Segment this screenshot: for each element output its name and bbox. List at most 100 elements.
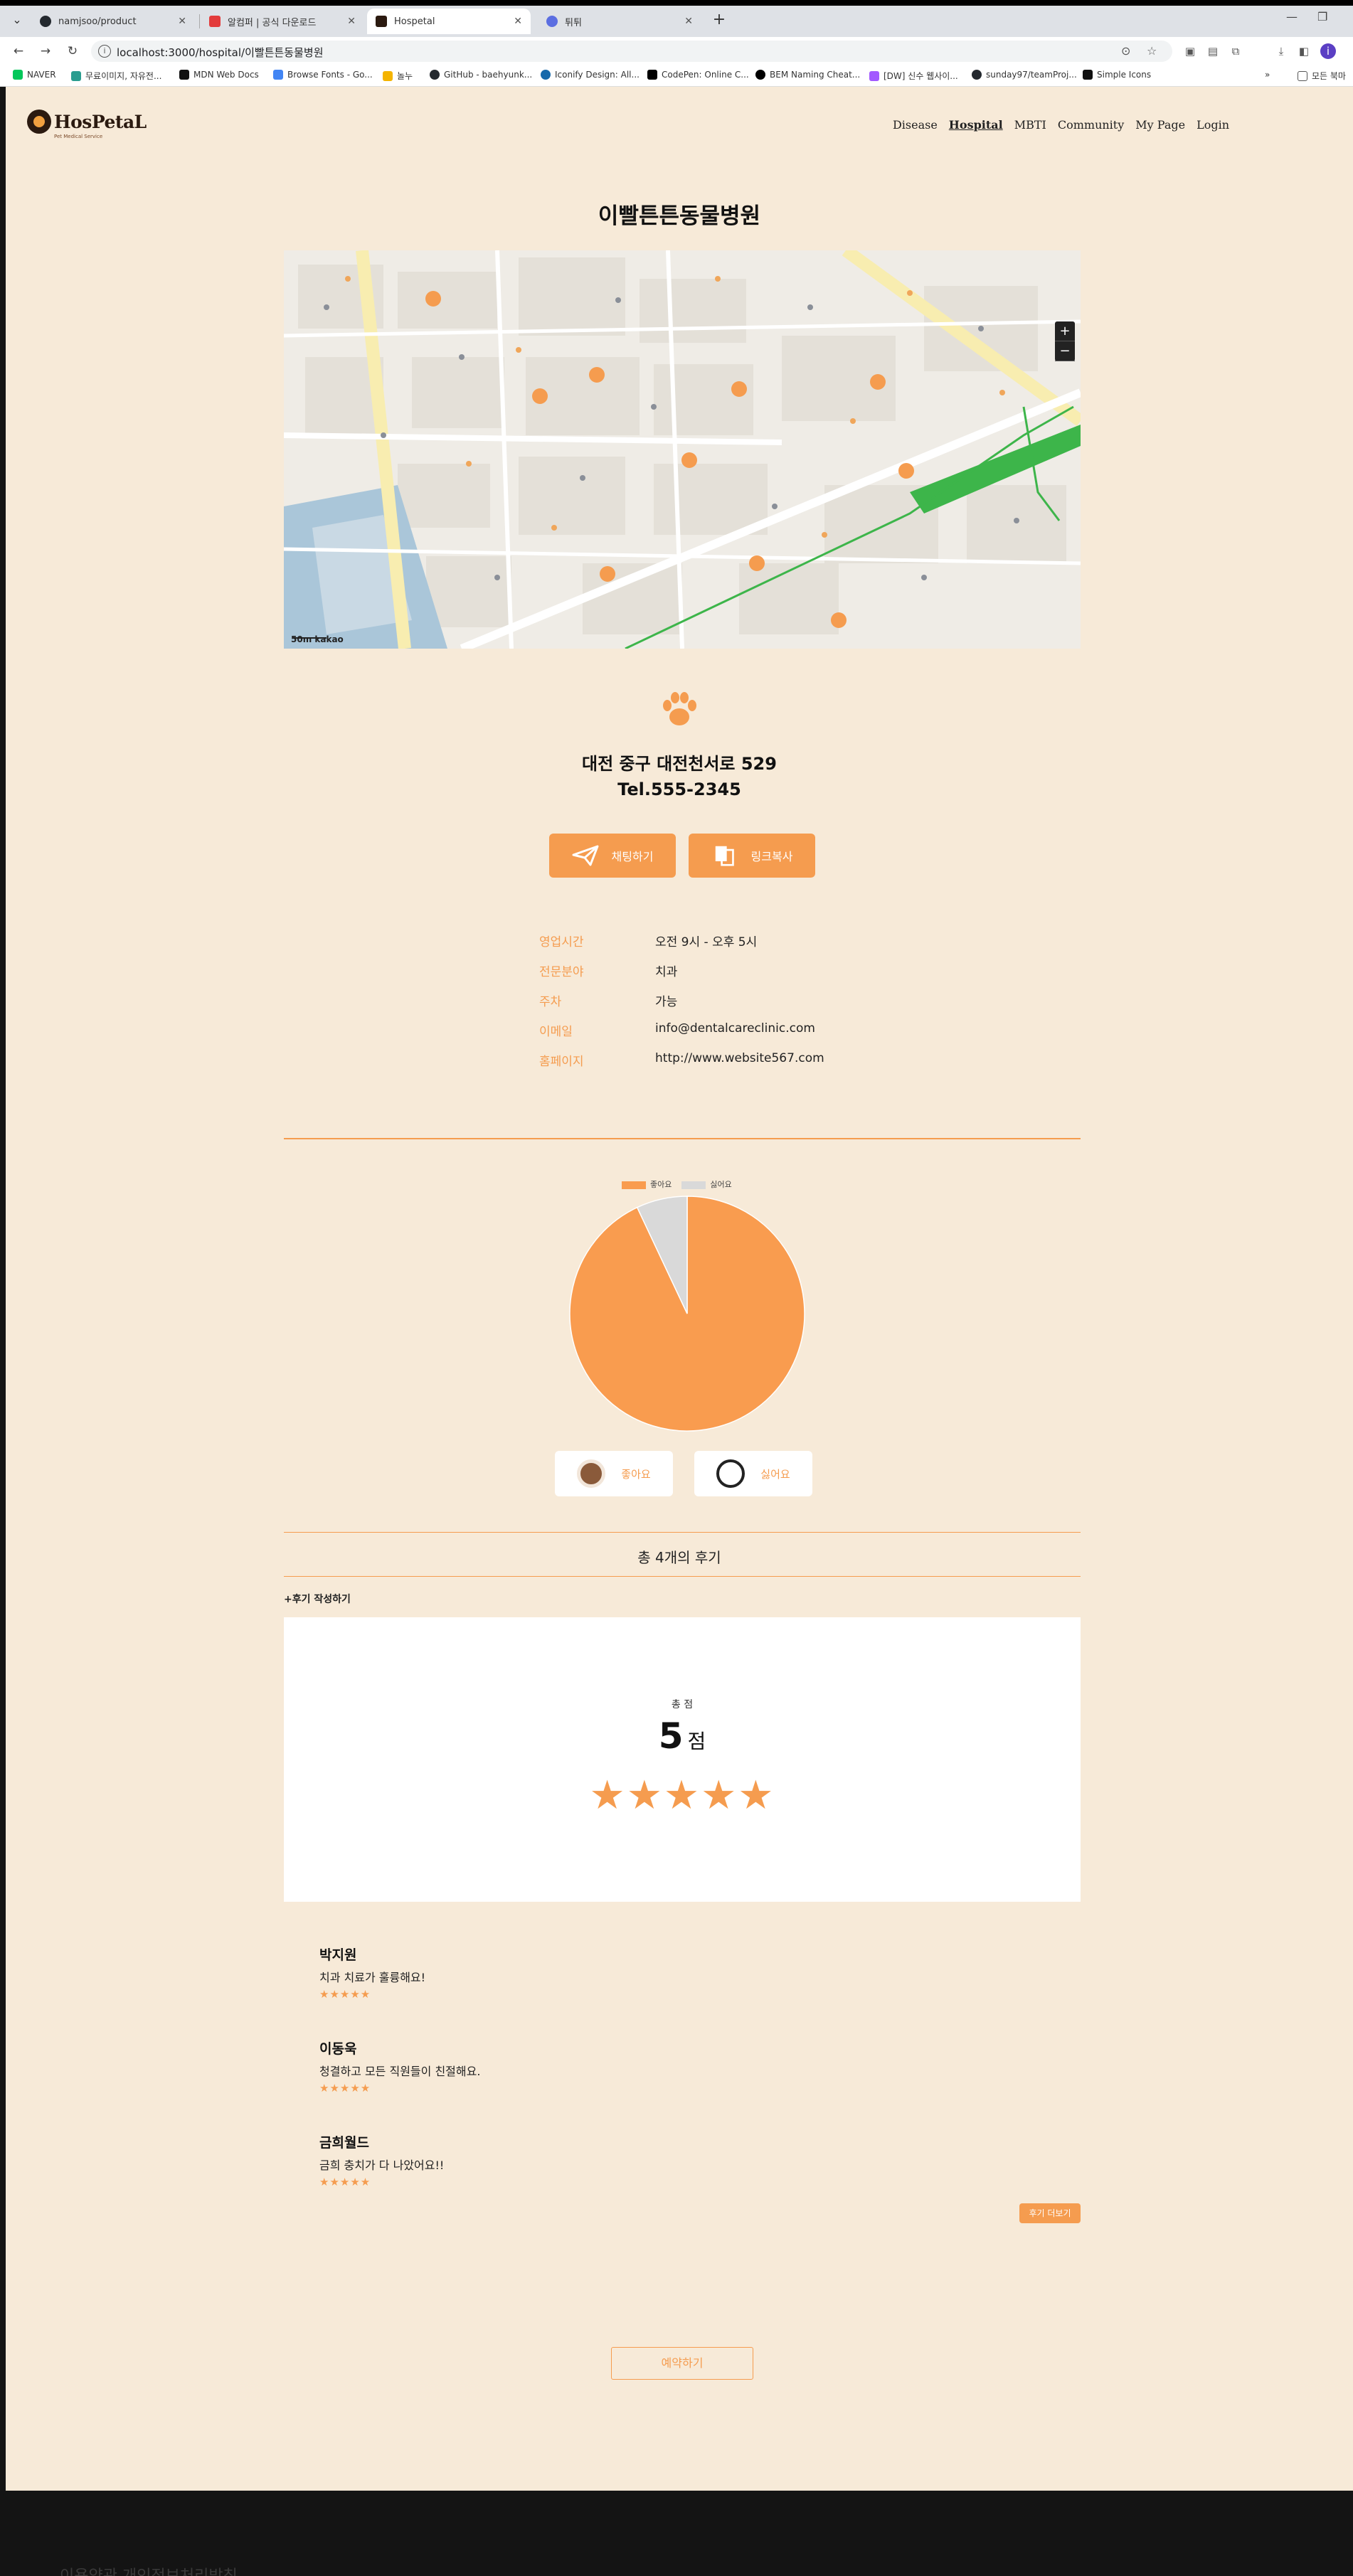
nav-disease[interactable]: Disease bbox=[893, 118, 938, 132]
browser-tab-3[interactable]: 튀튀 ✕ bbox=[538, 9, 701, 34]
other-bookmarks[interactable]: 모든 북마 bbox=[1298, 70, 1346, 82]
info-value[interactable]: http://www.website567.com bbox=[655, 1051, 824, 1065]
minimize-icon[interactable]: — bbox=[1286, 10, 1298, 23]
info-value[interactable]: info@dentalcareclinic.com bbox=[655, 1021, 815, 1036]
back-icon[interactable]: ← bbox=[10, 43, 27, 60]
more-reviews-button[interactable]: 후기 더보기 bbox=[1019, 2203, 1081, 2223]
bookmark-label: Simple Icons bbox=[1097, 70, 1152, 80]
dislike-label: 싫어요 bbox=[760, 1467, 790, 1481]
map-scale: 50m bbox=[291, 634, 312, 644]
tab-title: Hospetal bbox=[394, 16, 435, 27]
reload-icon[interactable]: ↻ bbox=[64, 43, 81, 60]
bookmark-label: sunday97/teamProj... bbox=[986, 70, 1077, 80]
site-logo[interactable]: HosPetaL Pet Medical Service bbox=[27, 110, 147, 139]
browser-tab-2[interactable]: Hospetal ✕ bbox=[367, 9, 531, 34]
extension-icon[interactable]: ▤ bbox=[1205, 43, 1221, 59]
bookmark-item[interactable]: NAVER bbox=[13, 70, 56, 80]
bookmark-item[interactable]: 놀누 bbox=[383, 70, 413, 82]
dislike-button[interactable]: 싫어요 bbox=[694, 1451, 812, 1496]
section-divider bbox=[284, 1138, 1081, 1139]
nav-hospital[interactable]: Hospital bbox=[949, 118, 1003, 132]
legend-item-dislike[interactable]: 싫어요 bbox=[681, 1178, 732, 1190]
info-value: 오전 9시 - 오후 5시 bbox=[655, 935, 758, 949]
map-zoom-control: + − bbox=[1055, 321, 1075, 361]
hospetal-favicon-icon bbox=[376, 16, 387, 27]
info-value: 치과 bbox=[655, 965, 678, 979]
copy-link-button[interactable]: 링크복사 bbox=[689, 834, 815, 878]
bookmark-label: CodePen: Online C... bbox=[662, 70, 749, 80]
url-text[interactable]: localhost:3000/hospital/이빨튼튼동물병원 bbox=[117, 45, 324, 60]
profile-avatar[interactable]: i bbox=[1320, 43, 1336, 59]
bookmark-item[interactable]: BEM Naming Cheat... bbox=[755, 70, 860, 80]
bookmark-label: 무료이미지, 자유전... bbox=[85, 71, 162, 81]
like-button[interactable]: 좋아요 bbox=[555, 1451, 673, 1496]
map-canvas bbox=[284, 250, 1081, 649]
close-tab-icon[interactable]: ✕ bbox=[684, 16, 693, 27]
nav-mypage[interactable]: My Page bbox=[1135, 118, 1185, 132]
image-site-icon bbox=[71, 70, 81, 81]
close-tab-icon[interactable]: ✕ bbox=[514, 16, 522, 27]
chat-button-label: 채팅하기 bbox=[611, 850, 654, 863]
sidepanel-icon[interactable]: ◧ bbox=[1296, 43, 1312, 59]
bookmark-star-icon[interactable]: ☆ bbox=[1147, 44, 1157, 58]
legend-swatch bbox=[681, 1181, 706, 1189]
bookmark-item[interactable]: sunday97/teamProj... bbox=[972, 70, 1077, 80]
figma-icon bbox=[869, 70, 879, 81]
write-review-link[interactable]: +후기 작성하기 bbox=[284, 1592, 351, 1606]
nav-community[interactable]: Community bbox=[1058, 118, 1124, 132]
tab-search-icon[interactable]: ⌄ bbox=[7, 10, 27, 30]
restore-icon[interactable]: ❐ bbox=[1317, 10, 1327, 23]
map-attribution: 50m kakao bbox=[291, 634, 344, 644]
nav-login[interactable]: Login bbox=[1197, 118, 1229, 132]
app-favicon-icon bbox=[209, 16, 221, 27]
bookmark-label: BEM Naming Cheat... bbox=[770, 70, 861, 80]
new-tab-button[interactable]: + bbox=[709, 10, 730, 31]
bookmark-label: [DW] 신수 웹사이... bbox=[884, 71, 958, 81]
bookmark-item[interactable]: MDN Web Docs bbox=[179, 70, 259, 80]
github-icon bbox=[972, 70, 982, 80]
bookmark-item[interactable]: Browse Fonts - Go... bbox=[273, 70, 373, 80]
browser-tab-1[interactable]: 알컴퍼 | 공식 다운로드 ✕ bbox=[201, 9, 364, 34]
zoom-out-button[interactable]: − bbox=[1055, 341, 1075, 361]
github-icon bbox=[40, 16, 51, 27]
bookmark-item[interactable]: 무료이미지, 자유전... bbox=[71, 70, 161, 82]
review-author: 이동욱 bbox=[319, 2041, 357, 2057]
close-tab-icon[interactable]: ✕ bbox=[347, 16, 356, 27]
review-text: 청결하고 모든 직원들이 친절해요. bbox=[319, 2065, 481, 2078]
location-icon[interactable]: ⊙ bbox=[1121, 44, 1130, 58]
score-value-wrap: 5점 bbox=[284, 1715, 1081, 1757]
info-key: 전문분야 bbox=[539, 965, 584, 979]
bookmark-item[interactable]: CodePen: Online C... bbox=[647, 70, 749, 80]
info-row-email: 이메일 info@dentalcareclinic.com bbox=[539, 1021, 966, 1051]
zoom-in-button[interactable]: + bbox=[1055, 321, 1075, 341]
forward-icon[interactable]: → bbox=[37, 43, 54, 60]
browser-tab-0[interactable]: namjsoo/product ✕ bbox=[31, 9, 195, 34]
download-icon[interactable]: ⤓ bbox=[1273, 43, 1289, 59]
extension-icon[interactable]: ▣ bbox=[1182, 43, 1198, 59]
close-tab-icon[interactable]: ✕ bbox=[178, 16, 186, 27]
bookmark-label: NAVER bbox=[27, 70, 56, 80]
footer-links[interactable]: 이용약관 개인정보처리방침 bbox=[60, 2563, 238, 2576]
info-row-hours: 영업시간 오전 9시 - 오후 5시 bbox=[539, 932, 966, 962]
reserve-button[interactable]: 예약하기 bbox=[611, 2347, 753, 2380]
hospital-contact: 대전 중구 대전천서로 529 Tel.555-2345 bbox=[6, 751, 1353, 802]
score-unit: 점 bbox=[687, 1730, 706, 1753]
chat-button[interactable]: 채팅하기 bbox=[549, 834, 676, 878]
site-info-icon[interactable]: i bbox=[98, 45, 111, 58]
bookmark-item[interactable]: Simple Icons bbox=[1083, 70, 1151, 80]
legend-item-like[interactable]: 좋아요 bbox=[622, 1178, 672, 1190]
like-label: 좋아요 bbox=[621, 1467, 651, 1481]
bookmark-item[interactable]: GitHub - baehyunk... bbox=[430, 70, 532, 80]
bookmark-label: GitHub - baehyunk... bbox=[444, 70, 533, 80]
nav-mbti[interactable]: MBTI bbox=[1014, 118, 1046, 132]
bookmark-item[interactable]: Iconify Design: All... bbox=[541, 70, 640, 80]
more-bookmarks-icon[interactable]: » bbox=[1265, 70, 1270, 80]
puzzle-icon[interactable]: ⧉ bbox=[1228, 43, 1243, 59]
kakao-map[interactable]: + − 50m kakao bbox=[284, 250, 1081, 649]
address-bar[interactable]: i localhost:3000/hospital/이빨튼튼동물병원 ⊙ ☆ bbox=[91, 41, 1172, 62]
review-stars: ★★★★★ bbox=[319, 2176, 371, 2188]
iconify-icon bbox=[541, 70, 551, 80]
tab-title: namjsoo/product bbox=[58, 16, 137, 27]
info-row-specialty: 전문분야 치과 bbox=[539, 962, 966, 991]
bookmark-item[interactable]: [DW] 신수 웹사이... bbox=[869, 70, 958, 82]
